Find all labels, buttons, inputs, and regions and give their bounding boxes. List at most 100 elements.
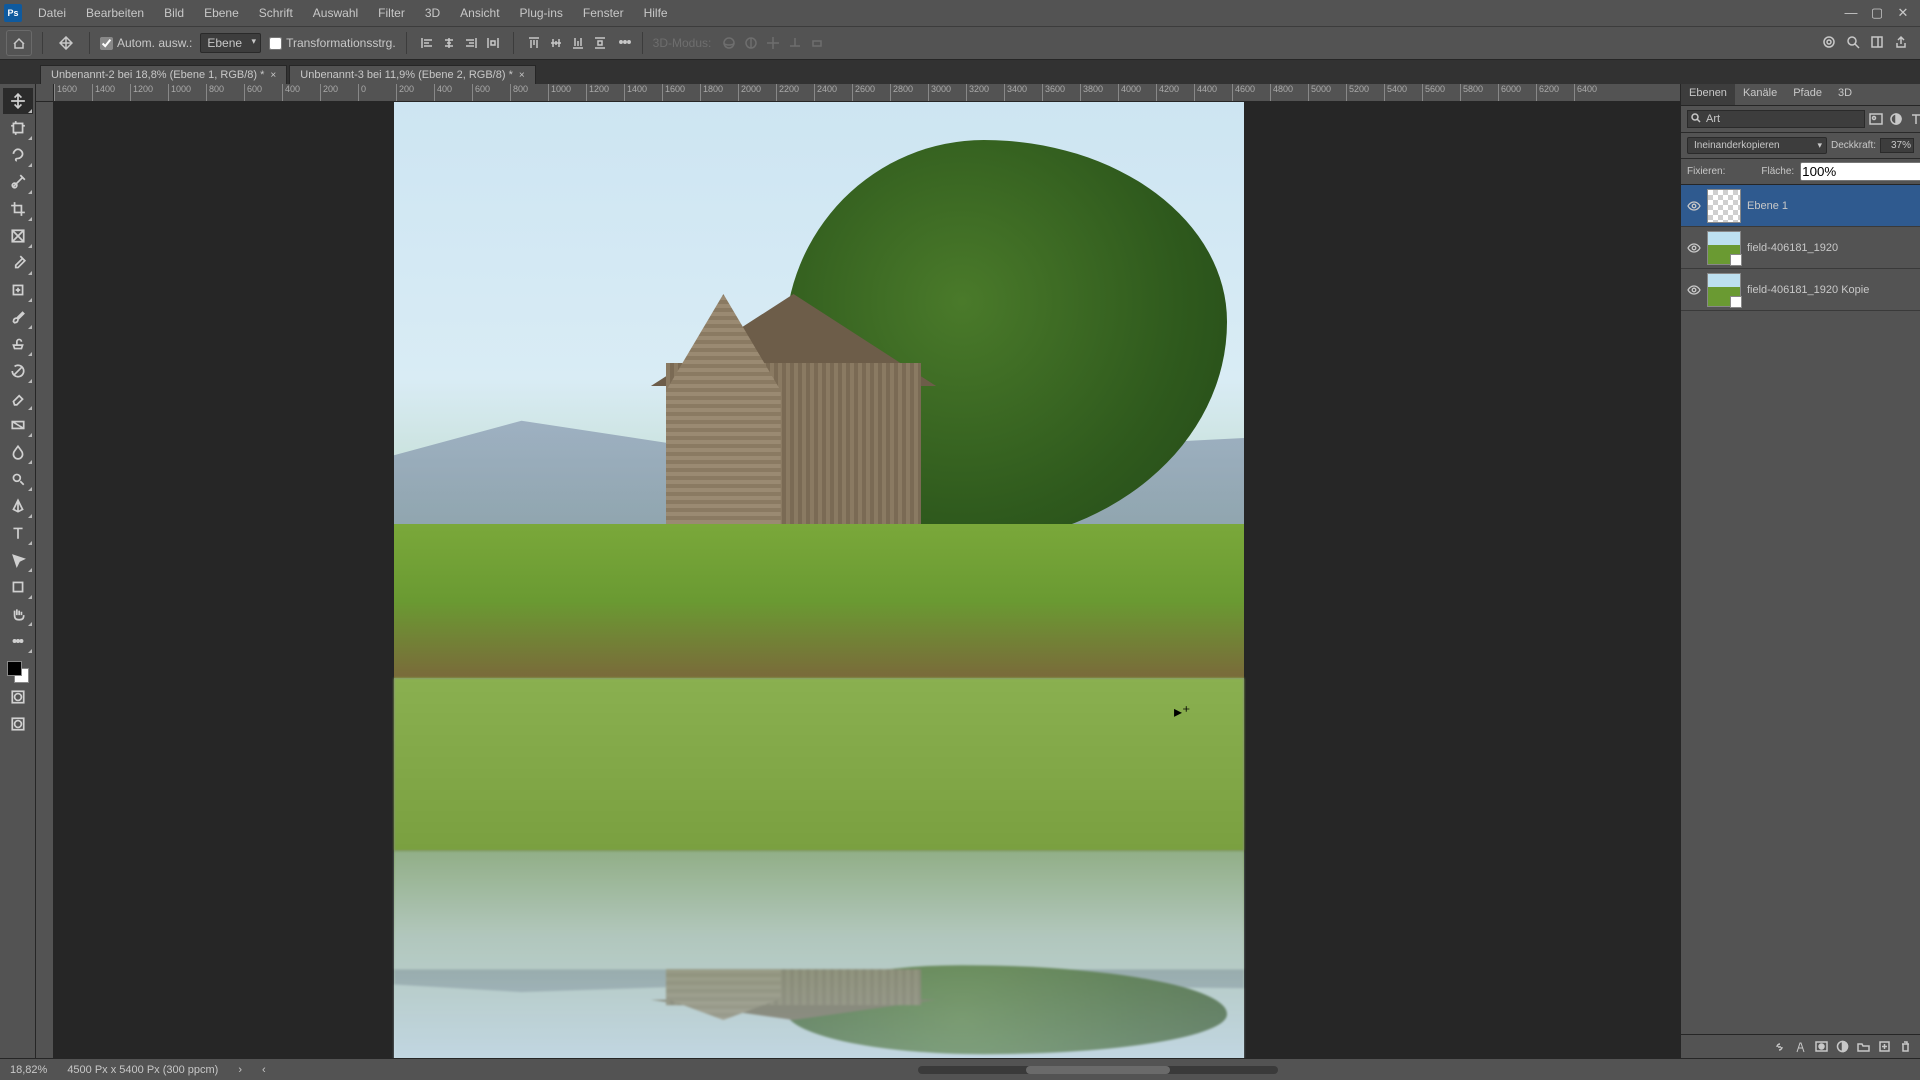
menu-fenster[interactable]: Fenster — [573, 0, 634, 26]
layer-filter-input[interactable] — [1687, 110, 1865, 128]
horizontal-scrollbar[interactable] — [918, 1066, 1278, 1074]
document[interactable] — [394, 102, 1244, 1058]
eraser-tool[interactable] — [3, 385, 33, 411]
align-bottom-icon[interactable] — [568, 33, 588, 53]
document-tab[interactable]: Unbenannt-3 bei 11,9% (Ebene 2, RGB/8) *… — [289, 65, 535, 84]
menu-schrift[interactable]: Schrift — [249, 0, 303, 26]
layer-row[interactable]: field-406181_1920 Kopie — [1681, 269, 1920, 311]
home-button[interactable] — [6, 30, 32, 56]
minimize-button[interactable]: — — [1844, 5, 1858, 21]
auto-select-checkbox[interactable]: Autom. ausw.: — [100, 36, 192, 50]
valign-icons — [524, 33, 610, 53]
zoom-level[interactable]: 18,82% — [10, 1064, 47, 1076]
menu-plug-ins[interactable]: Plug-ins — [510, 0, 573, 26]
menu-bild[interactable]: Bild — [154, 0, 194, 26]
close-tab-icon[interactable]: × — [270, 70, 276, 81]
menu-bearbeiten[interactable]: Bearbeiten — [76, 0, 154, 26]
canvas[interactable]: ▸⁺ — [54, 102, 1680, 1058]
align-left-icon[interactable] — [417, 33, 437, 53]
brush-tool[interactable] — [3, 304, 33, 330]
align-hcenter-icon[interactable] — [439, 33, 459, 53]
blur-tool[interactable] — [3, 439, 33, 465]
visibility-icon[interactable] — [1687, 199, 1701, 213]
share-icon[interactable] — [1894, 35, 1908, 52]
menu-hilfe[interactable]: Hilfe — [634, 0, 678, 26]
filter-image-icon[interactable] — [1869, 112, 1883, 126]
filter-type-icon[interactable] — [1909, 112, 1920, 126]
menu-ansicht[interactable]: Ansicht — [450, 0, 509, 26]
fill-field[interactable] — [1800, 162, 1920, 181]
align-right-icon[interactable] — [461, 33, 481, 53]
menu-ebene[interactable]: Ebene — [194, 0, 249, 26]
layer-thumbnail[interactable] — [1707, 273, 1741, 307]
frame-tool[interactable] — [3, 223, 33, 249]
delete-layer-icon[interactable] — [1899, 1040, 1912, 1053]
layer-mask-icon[interactable] — [1815, 1040, 1828, 1053]
cloud-docs-icon[interactable] — [1822, 35, 1836, 52]
visibility-icon[interactable] — [1687, 283, 1701, 297]
menu-3d[interactable]: 3D — [415, 0, 450, 26]
transform-controls-checkbox[interactable]: Transformationsstrg. — [269, 36, 396, 50]
auto-select-input[interactable] — [100, 37, 113, 50]
distribute-v-icon[interactable] — [590, 33, 610, 53]
layer-row[interactable]: field-406181_1920 — [1681, 227, 1920, 269]
gradient-tool[interactable] — [3, 412, 33, 438]
link-layers-icon[interactable] — [1773, 1040, 1786, 1053]
distribute-h-icon[interactable] — [483, 33, 503, 53]
canvas-area[interactable]: 1600140012001000800600400200020040060080… — [36, 84, 1680, 1058]
ruler-tick: 1200 — [130, 84, 168, 101]
eyedropper-tool[interactable] — [3, 250, 33, 276]
rectangle-tool[interactable] — [3, 574, 33, 600]
workspace-icon[interactable] — [1870, 35, 1884, 52]
move-tool[interactable] — [3, 88, 33, 114]
info-chevron-icon[interactable]: › — [238, 1064, 242, 1076]
dodge-tool[interactable] — [3, 466, 33, 492]
lasso-tool[interactable] — [3, 142, 33, 168]
blend-mode-dropdown[interactable]: Ineinanderkopieren — [1687, 137, 1827, 154]
crop-tool[interactable] — [3, 196, 33, 222]
panel-tab-kanäle[interactable]: Kanäle — [1735, 84, 1785, 105]
pen-tool[interactable] — [3, 493, 33, 519]
maximize-button[interactable]: ▢ — [1870, 5, 1884, 21]
quick-mask-icon[interactable] — [3, 684, 33, 710]
new-layer-icon[interactable] — [1878, 1040, 1891, 1053]
close-button[interactable]: ✕ — [1896, 5, 1910, 21]
hand-tool[interactable] — [3, 601, 33, 627]
color-swatches[interactable] — [7, 661, 29, 683]
search-icon[interactable] — [1846, 35, 1860, 52]
layer-thumbnail[interactable] — [1707, 189, 1741, 223]
panel-tab-ebenen[interactable]: Ebenen — [1681, 84, 1735, 105]
more-tools[interactable] — [3, 628, 33, 654]
artboard-tool[interactable] — [3, 115, 33, 141]
layer-thumbnail[interactable] — [1707, 231, 1741, 265]
quick-select-tool[interactable] — [3, 169, 33, 195]
screen-mode-icon[interactable] — [3, 711, 33, 737]
group-icon[interactable] — [1857, 1040, 1870, 1053]
layer-row[interactable]: Ebene 1 — [1681, 185, 1920, 227]
filter-adjust-icon[interactable] — [1889, 112, 1903, 126]
document-info[interactable]: 4500 Px x 5400 Px (300 ppcm) — [67, 1064, 218, 1076]
opacity-field[interactable] — [1880, 138, 1914, 153]
scroll-left-icon[interactable]: ‹ — [262, 1064, 266, 1076]
transform-controls-input[interactable] — [269, 37, 282, 50]
panel-tab-3d[interactable]: 3D — [1830, 84, 1860, 105]
align-vcenter-icon[interactable] — [546, 33, 566, 53]
path-select-tool[interactable] — [3, 547, 33, 573]
type-tool[interactable] — [3, 520, 33, 546]
document-tab[interactable]: Unbenannt-2 bei 18,8% (Ebene 1, RGB/8) *… — [40, 65, 287, 84]
layer-fx-icon[interactable] — [1794, 1040, 1807, 1053]
healing-brush-tool[interactable] — [3, 277, 33, 303]
visibility-icon[interactable] — [1687, 241, 1701, 255]
auto-select-target-dropdown[interactable]: Ebene — [200, 33, 261, 53]
panel-tab-pfade[interactable]: Pfade — [1785, 84, 1830, 105]
history-brush-tool[interactable] — [3, 358, 33, 384]
align-top-icon[interactable] — [524, 33, 544, 53]
menu-auswahl[interactable]: Auswahl — [303, 0, 368, 26]
menu-datei[interactable]: Datei — [28, 0, 76, 26]
menu-filter[interactable]: Filter — [368, 0, 415, 26]
more-options-icon[interactable] — [618, 35, 632, 52]
close-tab-icon[interactable]: × — [519, 70, 525, 81]
clone-stamp-tool[interactable] — [3, 331, 33, 357]
adjustment-layer-icon[interactable] — [1836, 1040, 1849, 1053]
ruler-tick: 6000 — [1498, 84, 1536, 101]
